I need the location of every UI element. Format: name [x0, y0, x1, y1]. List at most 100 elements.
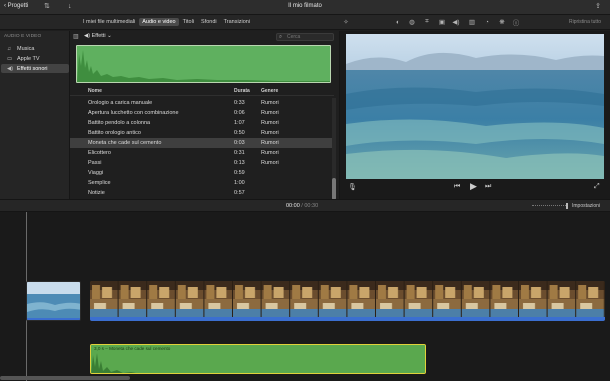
- video-preview[interactable]: [346, 34, 604, 179]
- share-icon[interactable]: ⇪: [595, 2, 601, 10]
- media-import-icon[interactable]: ⇅: [44, 3, 50, 11]
- clip-thumbnail: [27, 282, 80, 320]
- list-item-selected[interactable]: Moneta che cade sul cemento 0:03 Rumori: [70, 138, 334, 148]
- info-icon[interactable]: ⓘ: [512, 18, 520, 27]
- sidebar-item-sound-effects[interactable]: ◀) Effetti sonori: [1, 64, 69, 73]
- column-name-header[interactable]: Nome: [88, 88, 102, 94]
- tab-my-media[interactable]: I miei file multimediali: [80, 18, 138, 26]
- current-time: 00:00: [286, 203, 300, 209]
- speed-icon[interactable]: ◔: [483, 18, 491, 26]
- browser-title-label: Effetti: [91, 33, 106, 39]
- item-genre: Rumori: [261, 150, 279, 156]
- clip-filter-icon[interactable]: ❋: [498, 18, 506, 26]
- tab-titles[interactable]: Titoli: [180, 18, 197, 26]
- total-time: 00:30: [304, 203, 319, 209]
- item-name: Apertura lucchetto con combinazione: [88, 110, 179, 116]
- browser-tabs: I miei file multimediali Audio e video T…: [80, 18, 254, 26]
- back-label: Progetti: [7, 3, 29, 9]
- item-duration: 0:13: [234, 160, 245, 166]
- sidebar-item-music[interactable]: ♫ Musica: [1, 44, 69, 53]
- viewer: 🎙 ⏮ ▶ ⏭ ⤢: [340, 31, 610, 199]
- sidebar-item-label: Effetti sonori: [17, 65, 48, 72]
- time-separator: /: [301, 203, 303, 209]
- timeline-scrollbar[interactable]: [0, 376, 130, 380]
- list-item[interactable]: Apertura lucchetto con combinazione 0:06…: [70, 108, 334, 118]
- column-genre-header[interactable]: Genere: [261, 88, 278, 94]
- fullscreen-icon[interactable]: ⤢: [594, 183, 600, 191]
- appletv-icon: ▭: [7, 55, 13, 62]
- search-placeholder: Cerca: [287, 34, 301, 40]
- item-genre: Rumori: [261, 110, 279, 116]
- title-bar: ‹ Progetti ⇅ ↓ Il mio filmato ⇪: [0, 0, 610, 15]
- video-clip-sea[interactable]: [26, 281, 81, 321]
- noise-reduction-icon[interactable]: ▥: [468, 18, 476, 26]
- audio-preview-waveform[interactable]: [76, 45, 331, 83]
- sidebar-item-label: Musica: [17, 45, 35, 52]
- list-header: Nome Durata Genere: [70, 86, 334, 96]
- stabilization-icon[interactable]: ▣: [438, 18, 446, 26]
- list-item[interactable]: Notizie 0:57: [70, 188, 334, 198]
- tab-audio-video[interactable]: Audio e video: [139, 18, 179, 26]
- scrollbar-thumb[interactable]: [332, 178, 336, 200]
- video-clip-beach[interactable]: [90, 281, 605, 321]
- color-balance-icon[interactable]: ◐: [394, 18, 402, 26]
- clip-filmstrip: [90, 281, 605, 321]
- item-name: Battito pendolo a colonna: [88, 120, 151, 126]
- sidebar-section-label: AUDIO E VIDEO: [4, 34, 42, 39]
- zoom-slider[interactable]: [532, 203, 568, 209]
- list-item[interactable]: Passi 0:13 Rumori: [70, 158, 334, 168]
- crop-icon[interactable]: ⌗: [423, 18, 431, 26]
- timeline: 3,0 s – Moneta che cade sul cemento: [0, 212, 610, 381]
- item-name: Viaggi: [88, 170, 104, 176]
- sidebar-item-appletv[interactable]: ▭ Apple TV: [1, 54, 69, 63]
- list-item[interactable]: Viaggi 0:59: [70, 168, 334, 178]
- item-genre: Rumori: [261, 100, 279, 106]
- list-item[interactable]: Battito orologio antico 0:50 Rumori: [70, 128, 334, 138]
- item-genre: Rumori: [261, 130, 279, 136]
- sidebar: AUDIO E VIDEO ♫ Musica ▭ Apple TV ◀) Eff…: [0, 31, 70, 199]
- browser-title[interactable]: ◀) Effetti ⌄: [84, 33, 112, 39]
- column-duration-header[interactable]: Durata: [234, 88, 250, 94]
- item-duration: 1:00: [234, 180, 245, 186]
- media-browser: ▥ ◀) Effetti ⌄ ⌕ Cerca Nome Durata Gener…: [70, 31, 340, 202]
- color-correction-icon[interactable]: ◍: [408, 18, 416, 26]
- browser-header: ▥ ◀) Effetti ⌄ ⌕ Cerca: [70, 31, 340, 42]
- magic-wand-icon[interactable]: ✧: [342, 18, 350, 26]
- timeline-settings-button[interactable]: Impostazioni: [572, 203, 600, 209]
- tab-transitions[interactable]: Transizioni: [221, 18, 253, 26]
- project-title: Il mio filmato: [288, 3, 322, 9]
- microphone-icon[interactable]: 🎙: [348, 183, 357, 191]
- sidebar-toggle-icon[interactable]: ▥: [73, 33, 79, 40]
- play-icon[interactable]: ▶: [470, 181, 477, 192]
- zoom-slider-knob[interactable]: [566, 203, 568, 209]
- volume-icon[interactable]: ◀): [452, 18, 460, 26]
- chevron-down-icon: ⌄: [107, 33, 112, 39]
- item-duration: 0:57: [234, 190, 245, 196]
- item-name: Elicottero: [88, 150, 111, 156]
- list-item[interactable]: Battito pendolo a colonna 1:07 Rumori: [70, 118, 334, 128]
- audio-clip-coin[interactable]: 3,0 s – Moneta che cade sul cemento: [90, 344, 426, 374]
- speaker-icon: ◀): [7, 65, 14, 72]
- list-item[interactable]: Orologio a carica manuale 0:33 Rumori: [70, 98, 334, 108]
- item-duration: 0:50: [234, 130, 245, 136]
- speaker-icon: ◀): [84, 33, 92, 39]
- skip-forward-icon[interactable]: ⏭: [485, 183, 491, 191]
- search-input[interactable]: ⌕ Cerca: [276, 33, 334, 41]
- music-icon: ♫: [7, 45, 12, 52]
- skip-back-icon[interactable]: ⏮: [454, 183, 460, 191]
- video-frame-image: [346, 34, 604, 179]
- back-to-projects-button[interactable]: ‹ Progetti: [4, 3, 28, 9]
- item-duration: 0:06: [234, 110, 245, 116]
- list-item[interactable]: Elicottero 0:31 Rumori: [70, 148, 334, 158]
- item-duration: 0:31: [234, 150, 245, 156]
- reset-all-button[interactable]: Ripristina tutto: [569, 19, 601, 25]
- item-name: Semplice: [88, 180, 111, 186]
- timecode: 00:00 / 00:30: [286, 203, 318, 209]
- list-item[interactable]: Semplice 1:00: [70, 178, 334, 188]
- list-scrollbar[interactable]: [332, 98, 336, 202]
- item-genre: Rumori: [261, 160, 279, 166]
- download-icon[interactable]: ↓: [68, 3, 72, 11]
- tab-backgrounds[interactable]: Sfondi: [198, 18, 220, 26]
- item-genre: Rumori: [261, 120, 279, 126]
- audio-clip-label: 3,0 s – Moneta che cade sul cemento: [94, 346, 171, 351]
